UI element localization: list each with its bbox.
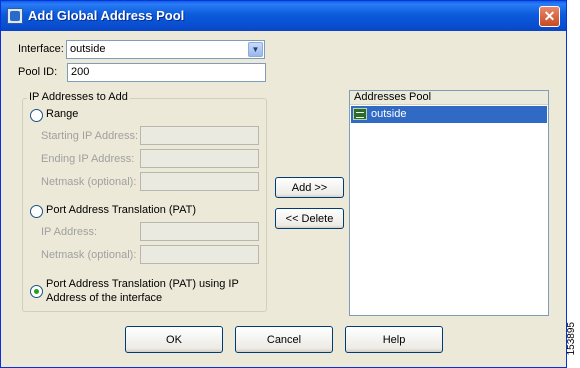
- dialog-app-icon: [7, 8, 23, 24]
- pool-id-input[interactable]: 200: [67, 63, 266, 82]
- dialog-window: Add Global Address Pool ✕ Interface: out…: [0, 0, 567, 368]
- addresses-pool-list[interactable]: Addresses Pool outside: [349, 90, 549, 316]
- pat-interface-radio[interactable]: [30, 285, 43, 298]
- range-label: Range: [46, 108, 79, 120]
- help-button-label: Help: [382, 333, 406, 346]
- pat-ip-input[interactable]: [140, 222, 259, 241]
- title-bar[interactable]: Add Global Address Pool ✕: [1, 1, 566, 31]
- add-button-label: Add >>: [291, 181, 328, 194]
- ok-button-label: OK: [166, 333, 182, 346]
- pat-radio[interactable]: [30, 205, 43, 218]
- starting-ip-input[interactable]: [140, 126, 259, 145]
- ip-addresses-group-title: IP Addresses to Add: [27, 91, 130, 103]
- pat-ip-label: IP Address:: [41, 226, 98, 238]
- pool-id-label: Pool ID:: [18, 66, 58, 78]
- ending-ip-label: Ending IP Address:: [41, 153, 135, 165]
- addresses-pool-header-label: Addresses Pool: [354, 91, 432, 103]
- delete-button-label: << Delete: [285, 212, 334, 225]
- help-button[interactable]: Help: [345, 326, 443, 353]
- close-button[interactable]: ✕: [539, 6, 560, 27]
- pat-label: Port Address Translation (PAT): [46, 204, 196, 216]
- network-interface-icon: [353, 108, 367, 120]
- range-netmask-label: Netmask (optional):: [41, 176, 137, 188]
- interface-select-value: outside: [70, 43, 106, 55]
- range-radio[interactable]: [30, 109, 43, 122]
- ok-button[interactable]: OK: [125, 326, 223, 353]
- cancel-button-label: Cancel: [266, 333, 302, 346]
- cancel-button[interactable]: Cancel: [235, 326, 333, 353]
- range-netmask-input[interactable]: [140, 172, 259, 191]
- pool-id-value: 200: [71, 66, 90, 78]
- interface-label: Interface:: [18, 43, 64, 55]
- pat-netmask-input[interactable]: [140, 245, 259, 264]
- list-item[interactable]: outside: [351, 106, 547, 123]
- pat-netmask-label: Netmask (optional):: [41, 249, 137, 261]
- figure-id: 153895: [566, 322, 577, 356]
- interface-select[interactable]: outside ▼: [66, 40, 265, 59]
- add-button[interactable]: Add >>: [275, 177, 344, 198]
- dialog-title: Add Global Address Pool: [28, 8, 185, 23]
- ending-ip-input[interactable]: [140, 149, 259, 168]
- pat-interface-label-line1: Port Address Translation (PAT) using IP: [46, 278, 239, 290]
- starting-ip-label: Starting IP Address:: [41, 130, 139, 142]
- pat-interface-label-line2: Address of the interface: [46, 292, 163, 304]
- delete-button[interactable]: << Delete: [275, 208, 344, 229]
- chevron-down-icon[interactable]: ▼: [248, 42, 263, 57]
- addresses-pool-header[interactable]: Addresses Pool: [350, 91, 548, 105]
- list-item-label: outside: [371, 108, 407, 120]
- close-icon: ✕: [543, 8, 556, 24]
